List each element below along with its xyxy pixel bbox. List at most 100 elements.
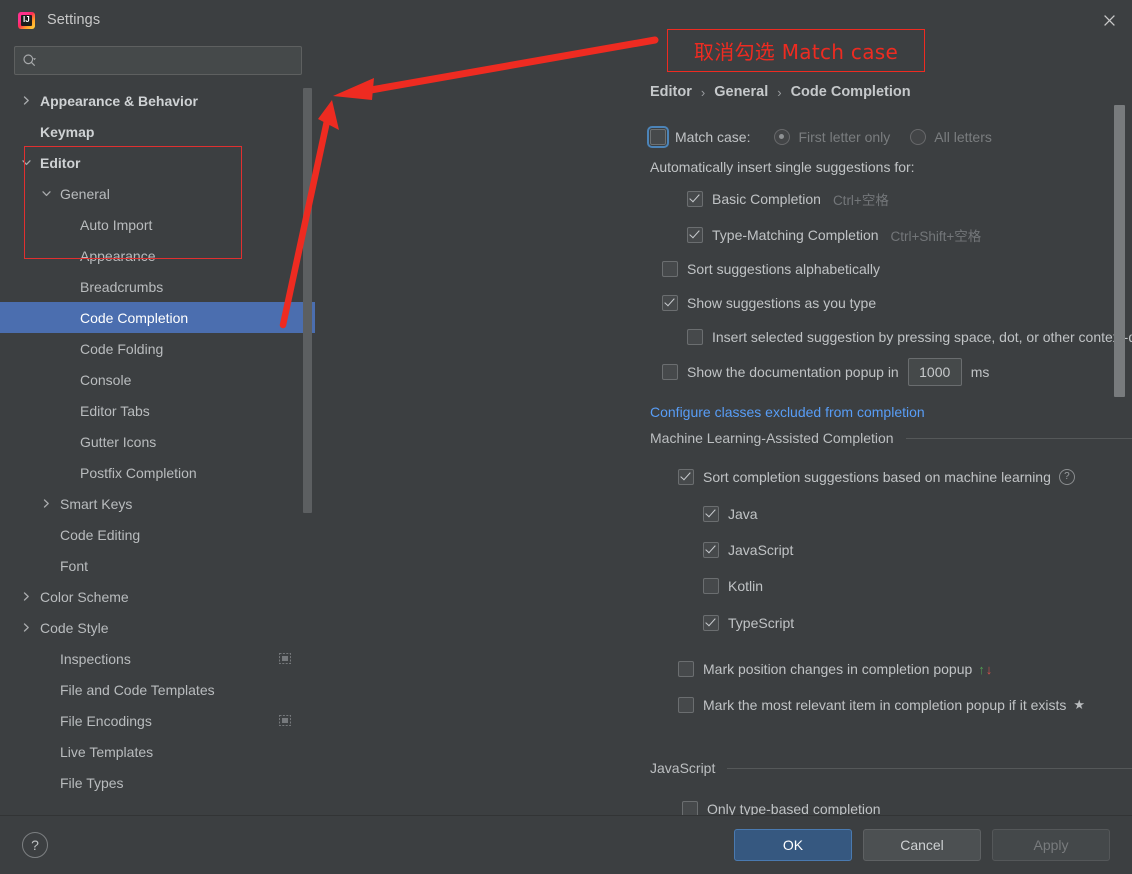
title-bar: IJ Settings [0, 0, 1132, 40]
mark-relevant-row: Mark the most relevant item in completio… [650, 694, 1132, 716]
sidebar-item-label: File Encodings [60, 712, 152, 729]
sort-ml-row: Sort completion suggestions based on mac… [650, 466, 1132, 488]
insert-selected-checkbox[interactable] [687, 329, 703, 345]
chevron-down-icon[interactable] [18, 155, 34, 171]
sidebar-item-code-completion[interactable]: Code Completion [0, 302, 315, 333]
only-type-based-checkbox[interactable] [682, 801, 698, 815]
ml-language-java-checkbox[interactable] [703, 506, 719, 522]
project-scope-icon [278, 652, 291, 665]
sidebar-item-auto-import[interactable]: Auto Import [0, 209, 315, 240]
search-box[interactable] [14, 46, 302, 75]
sidebar-item-smart-keys[interactable]: Smart Keys [0, 488, 315, 519]
sidebar-item-code-style[interactable]: Code Style [0, 612, 315, 643]
settings-tree[interactable]: Appearance & Behavior Keymap Editor General… [0, 83, 315, 815]
chevron-right-icon[interactable] [18, 620, 34, 636]
sidebar-item-file-and-code-templates[interactable]: File and Code Templates [0, 674, 315, 705]
sidebar-item-editor-tabs[interactable]: Editor Tabs [0, 395, 315, 426]
sidebar-item-label: Code Folding [80, 340, 164, 357]
sidebar-item-label: Live Templates [60, 743, 154, 760]
chevron-down-icon[interactable] [38, 186, 54, 202]
type-matching-completion-checkbox[interactable] [687, 227, 703, 243]
sidebar-item-color-scheme[interactable]: Color Scheme [0, 581, 315, 612]
sidebar-item-keymap[interactable]: Keymap [0, 116, 315, 147]
sidebar-item-label: Smart Keys [60, 495, 133, 512]
sidebar-item-appearance[interactable]: Appearance [0, 240, 315, 271]
sidebar-item-label: Appearance [80, 247, 156, 264]
first-letter-only-radio[interactable] [774, 129, 791, 145]
mark-relevant-checkbox[interactable] [678, 697, 694, 713]
sort-alphabetically-checkbox[interactable] [662, 261, 678, 277]
ml-language-java-label: Java [728, 506, 758, 522]
sidebar-item-label: Code Style [40, 619, 109, 636]
mark-position-checkbox[interactable] [678, 661, 694, 677]
configure-excluded-classes-link[interactable]: Configure classes excluded from completi… [650, 404, 925, 420]
doc-popup-delay-input[interactable]: 1000 [907, 358, 962, 386]
sidebar-item-code-editing[interactable]: Code Editing [0, 519, 315, 550]
sidebar-item-editor[interactable]: Editor [0, 147, 315, 178]
chevron-right-icon[interactable] [18, 93, 34, 109]
match-case-row: Match case: First letter only All letter… [647, 126, 1132, 148]
javascript-section-title: JavaScript [650, 760, 716, 776]
sort-alphabetically-row: Sort suggestions alphabetically [650, 258, 1132, 280]
apply-button: Apply [992, 829, 1110, 861]
section-divider [727, 767, 1132, 769]
auto-insert-header-label: Automatically insert single suggestions … [650, 159, 915, 175]
basic-completion-row: Basic Completion Ctrl+空格 [650, 188, 1132, 210]
sort-ml-checkbox[interactable] [678, 469, 694, 485]
cancel-button[interactable]: Cancel [863, 829, 981, 861]
sidebar-item-label: Appearance & Behavior [40, 92, 198, 109]
sidebar-scrollbar[interactable] [303, 88, 312, 513]
search-container [0, 40, 315, 83]
sidebar-item-label: General [60, 185, 110, 202]
show-as-you-type-checkbox[interactable] [662, 295, 678, 311]
breadcrumb-part-general[interactable]: General [714, 84, 768, 100]
sidebar-item-inspections[interactable]: Inspections [0, 643, 315, 674]
sidebar-item-gutter-icons[interactable]: Gutter Icons [0, 426, 315, 457]
ok-button[interactable]: OK [734, 829, 852, 861]
sidebar-item-appearance-behavior[interactable]: Appearance & Behavior [0, 85, 315, 116]
match-case-checkbox[interactable] [647, 126, 669, 148]
sidebar-item-postfix-completion[interactable]: Postfix Completion [0, 457, 315, 488]
search-input[interactable] [37, 53, 301, 68]
settings-sidebar: Appearance & Behavior Keymap Editor General… [0, 40, 315, 815]
sidebar-item-breadcrumbs[interactable]: Breadcrumbs [0, 271, 315, 302]
chevron-right-icon[interactable] [18, 589, 34, 605]
only-type-based-row: Only type-based completion Show fewer co… [650, 798, 1132, 815]
ml-language-typescript-checkbox[interactable] [703, 615, 719, 631]
sidebar-item-label: Console [80, 371, 132, 388]
doc-popup-checkbox[interactable] [662, 364, 678, 380]
excluded-classes-link-row: Configure classes excluded from completi… [650, 401, 1132, 423]
sidebar-item-general[interactable]: General [0, 178, 315, 209]
main-scrollbar-thumb[interactable] [1114, 105, 1125, 397]
sidebar-item-file-encodings[interactable]: File Encodings [0, 705, 315, 736]
sidebar-item-console[interactable]: Console [0, 364, 315, 395]
sidebar-item-font[interactable]: Font [0, 550, 315, 581]
ml-language-kotlin-checkbox[interactable] [703, 578, 719, 594]
breadcrumb-separator: › [700, 84, 706, 100]
help-button[interactable]: ? [22, 832, 48, 858]
basic-completion-checkbox[interactable] [687, 191, 703, 207]
ml-language-javascript-checkbox[interactable] [703, 542, 719, 558]
doc-popup-label-before: Show the documentation popup in [687, 364, 899, 380]
settings-main-panel: Editor › General › Code Completion Match… [315, 40, 1132, 815]
basic-completion-shortcut: Ctrl+空格 [832, 193, 889, 208]
mark-position-row: Mark position changes in completion popu… [650, 658, 1132, 680]
dialog-footer: ? OK Cancel Apply [0, 815, 1132, 874]
chevron-right-icon[interactable] [38, 496, 54, 512]
sidebar-item-code-folding[interactable]: Code Folding [0, 333, 315, 364]
close-icon[interactable] [1086, 0, 1132, 40]
sidebar-item-live-templates[interactable]: Live Templates [0, 736, 315, 767]
sidebar-item-file-types[interactable]: File Types [0, 767, 315, 798]
sidebar-item-label: Breadcrumbs [80, 278, 164, 295]
doc-popup-label-after: ms [970, 364, 990, 380]
all-letters-radio[interactable] [910, 129, 927, 145]
help-circle-icon[interactable]: ? [1058, 469, 1075, 485]
dialog-content: Appearance & Behavior Keymap Editor General… [0, 40, 1132, 815]
sidebar-item-label: Code Editing [60, 526, 141, 543]
sidebar-item-label: Font [60, 557, 89, 574]
sort-alphabetically-label: Sort suggestions alphabetically [687, 261, 881, 277]
breadcrumb-part-editor[interactable]: Editor [650, 84, 692, 100]
only-type-based-label: Only type-based completion [707, 801, 881, 815]
sidebar-item-label: File and Code Templates [60, 681, 215, 698]
ml-language-javascript-row: JavaScript [650, 539, 1132, 561]
